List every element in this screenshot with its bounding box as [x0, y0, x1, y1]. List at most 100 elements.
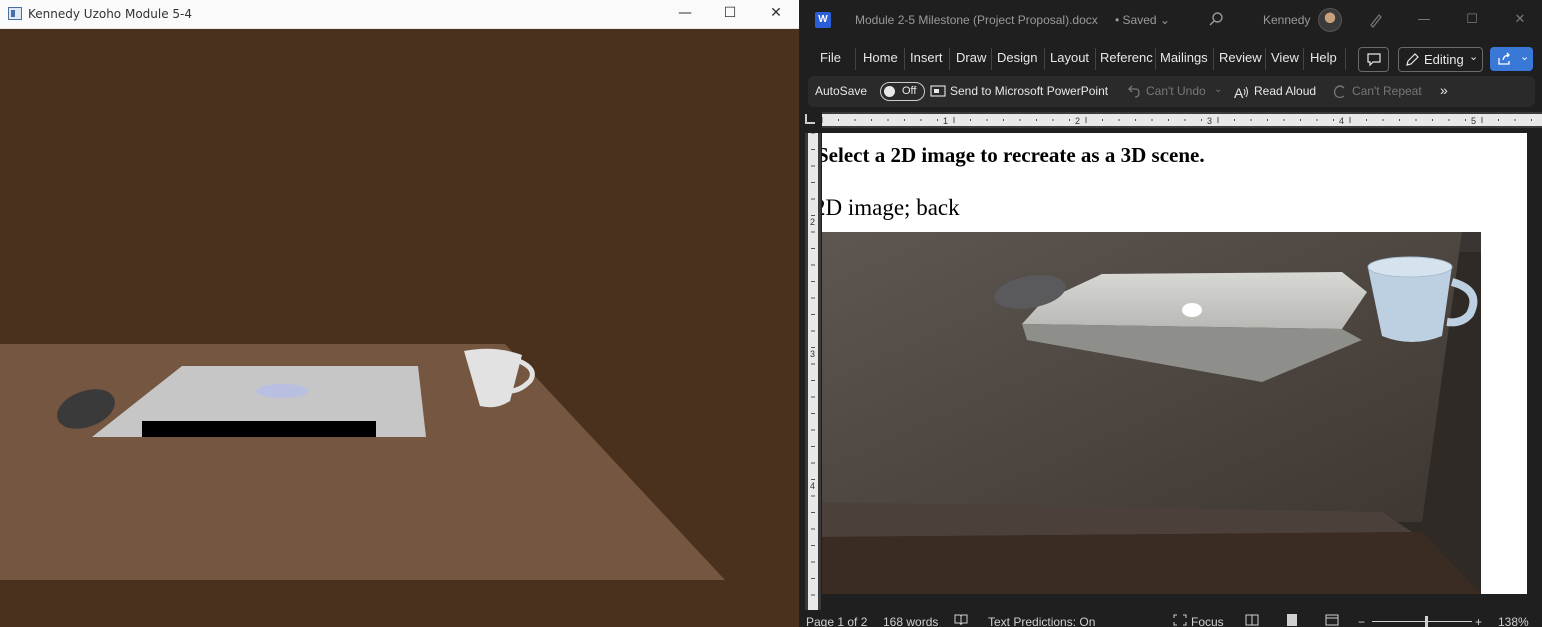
tab-draw[interactable]: Draw	[956, 50, 986, 65]
divider	[1155, 48, 1156, 70]
read-mode-icon[interactable]	[1245, 614, 1259, 626]
ruler-number: 4	[1339, 116, 1344, 126]
save-status[interactable]: • Saved ⌄	[1115, 13, 1170, 27]
tab-insert[interactable]: Insert	[910, 50, 943, 65]
more-options-button[interactable]: »	[1440, 82, 1448, 98]
search-icon[interactable]	[1208, 11, 1224, 27]
print-layout-icon[interactable]	[1285, 614, 1299, 626]
tab-review[interactable]: Review	[1219, 50, 1262, 65]
autosave-toggle[interactable]: Off	[880, 82, 925, 101]
ribbon-tabs: File Home Insert Draw Design Layout Refe…	[800, 44, 1542, 74]
zoom-level[interactable]: 138%	[1498, 615, 1529, 627]
share-icon	[1498, 52, 1510, 65]
comment-icon	[1367, 53, 1381, 67]
horizontal-ruler[interactable]: 1 2 3 4 5	[822, 112, 1542, 128]
repeat-button[interactable]: Can't Repeat	[1352, 84, 1422, 98]
read-aloud-button[interactable]: Read Aloud	[1254, 84, 1316, 98]
read-aloud-icon: A	[1234, 85, 1248, 100]
repeat-icon	[1333, 85, 1345, 99]
word-titlebar: W Module 2-5 Milestone (Project Proposal…	[800, 0, 1542, 40]
tab-design[interactable]: Design	[997, 50, 1037, 65]
undo-button[interactable]: Can't Undo	[1146, 84, 1206, 98]
proofing-book-icon[interactable]	[954, 614, 968, 626]
photo-floor	[822, 532, 1481, 594]
text-predictions[interactable]: Text Predictions: On	[988, 615, 1095, 627]
word-count[interactable]: 168 words	[883, 615, 938, 627]
web-layout-icon[interactable]	[1325, 614, 1339, 626]
document-paragraph: 2D image; back	[822, 195, 960, 220]
divider	[904, 48, 905, 70]
ruler-number: 5	[1471, 116, 1476, 126]
apple-logo	[1182, 303, 1202, 317]
photo-mug-rim	[1367, 256, 1453, 278]
window-title: Kennedy Uzoho Module 5-4	[28, 7, 193, 21]
pencil-icon	[1406, 53, 1419, 66]
divider	[1265, 48, 1266, 70]
editing-label: Editing	[1424, 52, 1464, 67]
tab-references[interactable]: Referenc	[1100, 50, 1153, 65]
scene-laptop-logo	[256, 384, 308, 398]
zoom-in-button[interactable]: +	[1475, 615, 1482, 627]
maximize-button[interactable]: ☐	[707, 0, 753, 29]
minimize-button[interactable]: —	[1404, 5, 1444, 35]
close-button[interactable]: ✕	[753, 0, 799, 29]
app-window-icon	[8, 7, 22, 20]
maximize-button[interactable]: ☐	[1452, 5, 1492, 35]
close-button[interactable]: ✕	[1500, 5, 1540, 35]
minimize-button[interactable]: —	[662, 0, 708, 29]
ruler-number: 2	[1075, 116, 1080, 126]
zoom-slider-thumb[interactable]	[1425, 616, 1428, 627]
chevron-down-icon[interactable]: ⌄	[1214, 84, 1222, 95]
autosave-label: AutoSave	[815, 84, 868, 98]
document-title[interactable]: Module 2-5 Milestone (Project Proposal).…	[855, 13, 1098, 27]
powerpoint-icon	[930, 85, 946, 97]
page-count[interactable]: Page 1 of 2	[806, 615, 867, 627]
send-to-powerpoint-button[interactable]: Send to Microsoft PowerPoint	[950, 84, 1108, 98]
scene-laptop-edge	[142, 421, 376, 437]
tab-layout[interactable]: Layout	[1050, 50, 1089, 65]
divider	[1095, 48, 1096, 70]
designer-pen-icon[interactable]	[1368, 12, 1384, 28]
tab-view[interactable]: View	[1271, 50, 1299, 65]
ribbon-toolbar: AutoSave Off Send to Microsoft PowerPoin…	[808, 76, 1535, 107]
document-page[interactable]: Select a 2D image to recreate as a 3D sc…	[822, 133, 1527, 594]
zoom-slider[interactable]	[1372, 621, 1472, 622]
ruler-number: 1	[943, 116, 948, 126]
tab-mailings[interactable]: Mailings	[1160, 50, 1208, 65]
ruler-number: 3	[810, 349, 815, 359]
toggle-state: Off	[902, 85, 917, 97]
word-app-icon: W	[815, 12, 831, 28]
comments-button[interactable]	[1358, 47, 1389, 72]
avatar[interactable]	[1318, 8, 1342, 32]
divider	[949, 48, 950, 70]
zoom-out-button[interactable]: −	[1358, 615, 1365, 627]
vertical-ruler[interactable]: 1234	[805, 133, 821, 610]
tab-help[interactable]: Help	[1310, 50, 1337, 65]
3d-scene-viewport[interactable]	[0, 29, 799, 627]
chevron-down-icon: ⌄	[1469, 51, 1479, 63]
tab-home[interactable]: Home	[863, 50, 898, 65]
ruler-number: 4	[810, 481, 815, 491]
undo-icon	[1128, 85, 1140, 98]
svg-text:A: A	[1234, 85, 1244, 100]
user-name[interactable]: Kennedy	[1263, 13, 1310, 27]
divider	[1303, 48, 1304, 70]
tab-file[interactable]: File	[820, 50, 841, 65]
divider	[1044, 48, 1045, 70]
toggle-knob	[884, 86, 895, 97]
document-heading: Select a 2D image to recreate as a 3D sc…	[822, 143, 1205, 167]
divider	[991, 48, 992, 70]
opengl-window: Kennedy Uzoho Module 5-4 — ☐ ✕	[0, 0, 799, 627]
chevron-down-icon: ⌄	[1520, 51, 1530, 63]
focus-mode[interactable]: Focus	[1191, 615, 1224, 627]
divider	[1213, 48, 1214, 70]
ruler-number: 3	[1207, 116, 1212, 126]
word-window: W Module 2-5 Milestone (Project Proposal…	[800, 0, 1542, 627]
focus-icon[interactable]	[1173, 614, 1187, 626]
status-bar: Page 1 of 2 168 words Text Predictions: …	[800, 612, 1542, 627]
window-titlebar: Kennedy Uzoho Module 5-4 — ☐ ✕	[0, 0, 799, 29]
tab-stop-selector[interactable]	[805, 114, 815, 124]
share-button[interactable]: ⌄	[1490, 47, 1533, 71]
editing-mode-dropdown[interactable]: Editing ⌄	[1398, 47, 1483, 72]
desk-photo[interactable]	[822, 232, 1481, 594]
